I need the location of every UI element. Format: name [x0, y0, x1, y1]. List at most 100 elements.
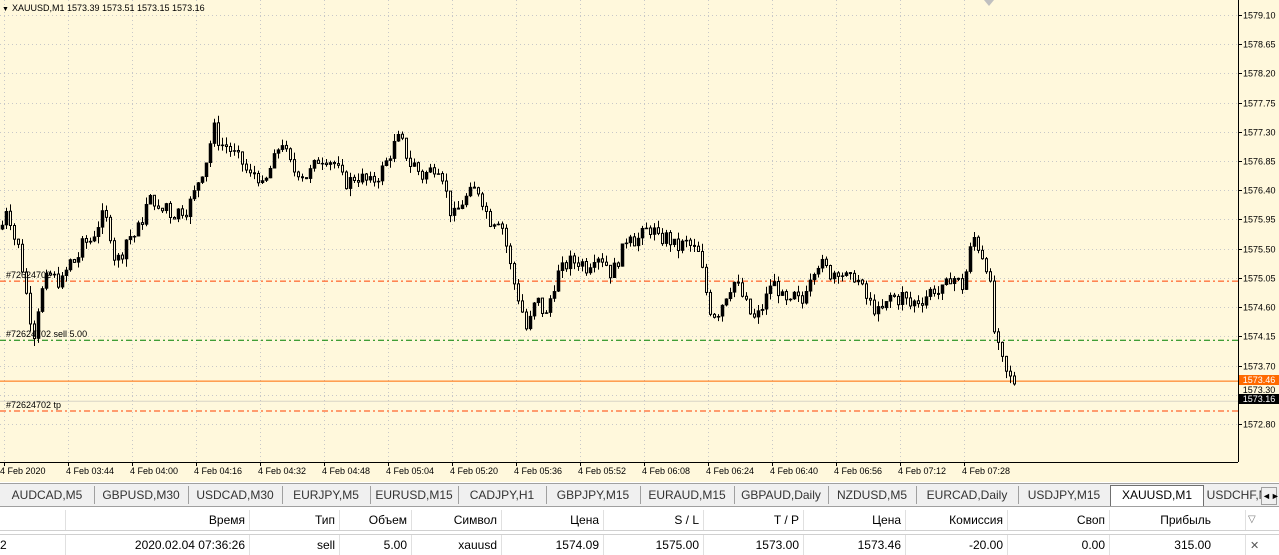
chart-tabs-bar: AUDCAD,M5 GBPUSD,M30 USDCAD,M30 EURJPY,M5 EU… — [0, 483, 1279, 507]
col-time-header[interactable]: Время — [66, 510, 250, 530]
col-price-header[interactable]: Цена — [502, 510, 604, 530]
col-current-price-header[interactable]: Цена — [804, 510, 906, 530]
candle-body — [293, 159, 296, 173]
candle-body — [412, 162, 417, 167]
candle-body — [384, 160, 389, 166]
candle-body — [716, 315, 721, 318]
col-commission-value: -20.00 — [906, 535, 1008, 555]
candle-body — [961, 278, 964, 291]
candle-body — [624, 242, 629, 245]
col-profit-header[interactable]: Прибыль — [1110, 510, 1246, 530]
col-commission-header[interactable]: Комиссия — [906, 510, 1008, 530]
col-profit-value: 315.00 — [1110, 535, 1246, 555]
candle-body — [609, 264, 612, 279]
candle-body — [232, 150, 237, 152]
chart-shift-marker — [984, 0, 994, 6]
x-tick-label: 4 Feb 05:20 — [450, 466, 498, 476]
x-tick-label: 4 Feb 06:40 — [770, 466, 818, 476]
candle-body — [909, 297, 912, 307]
col-type-header[interactable]: Тип — [250, 510, 340, 530]
candle-body — [820, 258, 825, 269]
candle-body — [225, 144, 228, 148]
tab-gbpjpy-m15[interactable]: GBPJPY,M15 — [546, 486, 641, 504]
tab-usdcad-m30[interactable]: USDCAD,M30 — [188, 486, 283, 504]
tab-cadjpy-h1[interactable]: CADJPY,H1 — [458, 486, 547, 504]
candle-body — [917, 300, 920, 305]
tab-audcad-m5[interactable]: AUDCAD,M5 — [0, 486, 95, 504]
tab-gbpaud-daily[interactable]: GBPAUD,Daily — [734, 486, 829, 504]
candle-body — [649, 227, 652, 236]
candle-body — [777, 280, 780, 297]
dropdown-triangle-icon[interactable]: ▼ — [2, 6, 9, 13]
col-id-header[interactable] — [0, 510, 66, 530]
candle-body — [628, 236, 633, 244]
candle-body — [132, 235, 137, 238]
candle-body — [525, 311, 528, 330]
candle-body — [900, 292, 905, 305]
col-type-value: sell — [250, 535, 340, 555]
candle-body — [816, 267, 821, 275]
candle-body — [513, 263, 516, 285]
tab-usdjpy-m15[interactable]: USDJPY,M15 — [1018, 486, 1111, 504]
candle-body — [764, 293, 769, 310]
candle-body — [204, 162, 209, 178]
candle-body — [544, 312, 549, 314]
candle-body — [317, 159, 320, 164]
tab-eurcad-daily[interactable]: EURCAD,Daily — [916, 486, 1019, 504]
candle-body — [92, 236, 97, 242]
chart-area[interactable]: 1579.10 1578.65 1578.20 1577.75 1577.30 1576.… — [0, 0, 1279, 482]
candle-body — [964, 271, 969, 290]
tab-gbpusd-m30[interactable]: GBPUSD,M30 — [94, 486, 189, 504]
x-tick-label: 4 Feb 07:28 — [962, 466, 1010, 476]
tab-nzdusd-m5[interactable]: NZDUSD,M5 — [828, 486, 917, 504]
candle-body — [388, 158, 393, 161]
tab-eurusd-m15[interactable]: EURUSD,M15 — [370, 486, 459, 504]
candle-body — [768, 285, 773, 295]
candle-body — [424, 172, 429, 180]
tab-scroll-arrows-icon[interactable]: ◄► — [1261, 487, 1279, 505]
candle-body — [797, 291, 800, 297]
col-symbol-header[interactable]: Символ — [412, 510, 502, 530]
tab-xauusd-m1[interactable]: XAUUSD,M1 — [1110, 485, 1204, 506]
candle-body — [121, 254, 124, 260]
candle-body — [657, 227, 660, 234]
candle-body — [501, 223, 504, 229]
candle-body — [745, 295, 748, 300]
candle-body — [485, 205, 488, 212]
last-price-tag: 1573.16 — [1239, 394, 1279, 404]
candle-body — [565, 262, 568, 270]
sort-filter-icon[interactable]: ▽ — [1248, 514, 1256, 525]
candle-body — [865, 283, 868, 299]
candle-body — [13, 225, 16, 240]
candle-body — [80, 238, 85, 258]
price-chart[interactable]: 1579.10 1578.65 1578.20 1577.75 1577.30 1576.… — [0, 0, 1279, 482]
candle-body — [989, 271, 992, 282]
x-tick-label: 4 Feb 06:08 — [642, 466, 690, 476]
candle-body — [876, 306, 881, 315]
candle-body — [285, 144, 288, 150]
candle-body — [861, 279, 864, 285]
candle-body — [396, 133, 401, 142]
candle-body — [68, 259, 73, 271]
col-swap-header[interactable]: Своп — [1008, 510, 1110, 530]
candle-body — [337, 163, 340, 166]
tab-eurjpy-m5[interactable]: EURJPY,M5 — [282, 486, 371, 504]
candle-body — [452, 207, 457, 216]
col-tp-header[interactable]: T / P — [704, 510, 804, 530]
col-sl-header[interactable]: S / L — [604, 510, 704, 530]
candle-body — [468, 186, 473, 197]
candle-body — [521, 300, 524, 313]
close-order-icon[interactable]: ✕ — [1250, 539, 1259, 552]
table-row[interactable]: 2 2020.02.04 07:36:26 sell 5.00 xauusd 1574.0… — [0, 534, 1279, 555]
candle-body — [577, 262, 580, 267]
candle-body — [353, 176, 356, 181]
candle-body — [141, 222, 144, 225]
y-tick-label: 1577.30 — [1243, 128, 1276, 138]
candle-body — [477, 187, 480, 195]
candle-body — [788, 298, 793, 301]
col-volume-header[interactable]: Объем — [340, 510, 412, 530]
candle-body — [245, 163, 248, 171]
candle-body — [780, 291, 785, 296]
candle-body — [417, 162, 420, 172]
tab-euraud-m15[interactable]: EURAUD,M15 — [640, 486, 735, 504]
